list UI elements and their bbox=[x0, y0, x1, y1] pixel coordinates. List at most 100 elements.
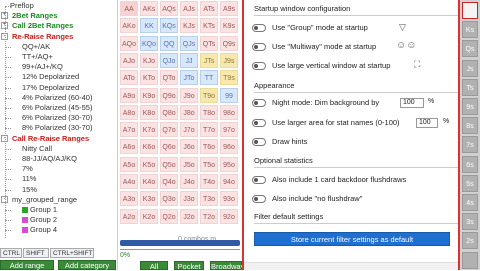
range-tree-item[interactable]: QQ+/AK bbox=[0, 42, 117, 52]
card-button[interactable]: Qs bbox=[462, 40, 478, 58]
hand-cell[interactable]: Q4o bbox=[160, 174, 178, 189]
no-flushdraw-toggle[interactable] bbox=[252, 195, 266, 203]
range-tree-item[interactable]: 11% bbox=[0, 174, 117, 184]
hand-cell[interactable]: KJs bbox=[180, 18, 198, 34]
hand-cell[interactable]: K8o bbox=[140, 104, 158, 120]
range-tree-item[interactable]: 6% Polarized (30-70) bbox=[0, 113, 117, 123]
select-all-button[interactable]: All bbox=[140, 261, 168, 271]
hand-cell[interactable]: ATo bbox=[120, 70, 138, 86]
hand-cell[interactable]: A9s bbox=[220, 1, 238, 16]
hand-cell[interactable]: K5o bbox=[140, 156, 158, 172]
hand-cell[interactable]: T9s bbox=[220, 70, 238, 86]
hand-cell[interactable]: J7o bbox=[180, 122, 198, 138]
hand-cell[interactable]: T3o bbox=[200, 191, 218, 207]
hand-cell[interactable]: T6o bbox=[200, 139, 218, 155]
range-tree-item[interactable]: Group 4 bbox=[0, 225, 117, 235]
hand-cell[interactable]: J8o bbox=[180, 104, 198, 120]
hand-cell[interactable]: J3o bbox=[180, 191, 198, 207]
hand-cell[interactable]: 99 bbox=[220, 87, 238, 103]
hand-cell[interactable]: K7o bbox=[140, 122, 158, 138]
hand-cell[interactable]: A5o bbox=[120, 156, 138, 172]
card-button[interactable]: 4s bbox=[462, 194, 478, 211]
hand-cell[interactable]: AKs bbox=[140, 1, 158, 16]
hand-cell[interactable]: AA bbox=[120, 1, 138, 16]
range-tree-item[interactable]: 7% bbox=[0, 164, 117, 174]
group-mode-toggle[interactable] bbox=[252, 24, 266, 32]
range-tree-item[interactable]: 99+/AJ+/KQ bbox=[0, 62, 117, 72]
range-tree-item[interactable]: 6% Polarized (45-55) bbox=[0, 103, 117, 113]
range-tree-item[interactable]: Nitty Call bbox=[0, 144, 117, 154]
select-broadway-button[interactable]: Broadway bbox=[210, 261, 244, 271]
draw-hints-toggle[interactable] bbox=[252, 138, 266, 146]
hand-cell[interactable]: K9o bbox=[140, 87, 158, 103]
hand-cell[interactable]: ATs bbox=[200, 1, 218, 16]
hand-cell[interactable]: J2o bbox=[180, 208, 198, 224]
hand-cell[interactable]: J9o bbox=[180, 87, 198, 103]
hand-cell[interactable]: QTs bbox=[200, 35, 218, 51]
hand-cell[interactable]: A3o bbox=[120, 191, 138, 207]
card-button[interactable] bbox=[462, 251, 478, 269]
hand-cell[interactable]: Q9s bbox=[220, 35, 238, 51]
hand-cell[interactable]: A6o bbox=[120, 139, 138, 155]
hand-cell[interactable]: 93o bbox=[220, 191, 238, 207]
hand-cell[interactable]: JTs bbox=[200, 52, 218, 68]
hand-cell[interactable]: A8o bbox=[120, 104, 138, 120]
range-tree-item[interactable]: +2Bet Ranges bbox=[0, 11, 117, 21]
hand-cell[interactable]: AJo bbox=[120, 52, 138, 68]
large-vertical-toggle[interactable] bbox=[252, 62, 266, 70]
hand-cell[interactable]: A2o bbox=[120, 208, 138, 224]
hand-cell[interactable]: 95o bbox=[220, 156, 238, 172]
backdoor-flush-toggle[interactable] bbox=[252, 176, 266, 184]
hand-cell[interactable]: A9o bbox=[120, 87, 138, 103]
add-category-button[interactable]: Add category bbox=[58, 260, 116, 270]
select-pocket-button[interactable]: Pocket bbox=[174, 261, 204, 271]
hand-cell[interactable]: J6o bbox=[180, 139, 198, 155]
hand-cell[interactable]: 98o bbox=[220, 104, 238, 120]
hand-cell[interactable]: KQo bbox=[140, 35, 158, 51]
larger-area-input[interactable]: 100 bbox=[416, 118, 438, 128]
hand-cell[interactable]: 96o bbox=[220, 139, 238, 155]
hand-cell[interactable]: K2o bbox=[140, 208, 158, 224]
hand-cell[interactable]: Q7o bbox=[160, 122, 178, 138]
add-range-button[interactable]: Add range bbox=[0, 260, 54, 270]
card-button[interactable]: 3s bbox=[462, 213, 478, 231]
range-tree-item[interactable]: + Call 2Bet Ranges bbox=[0, 21, 117, 31]
hand-cell[interactable]: J5o bbox=[180, 156, 198, 172]
hand-cell[interactable]: AJs bbox=[180, 1, 198, 16]
range-tree-item[interactable]: - my_grouped_range bbox=[0, 195, 117, 205]
card-button[interactable]: 7s bbox=[462, 136, 478, 154]
hand-cell[interactable]: A4o bbox=[120, 174, 138, 189]
hand-cell[interactable]: T2o bbox=[200, 208, 218, 224]
range-tree-item[interactable]: 88-JJ/AQ/AJ/KQ bbox=[0, 154, 117, 164]
hand-cell[interactable]: JTo bbox=[180, 70, 198, 86]
range-tree-item[interactable]: - Call Re-Raise Ranges bbox=[0, 134, 117, 144]
hand-cell[interactable]: KQs bbox=[160, 18, 178, 34]
hand-cell[interactable]: K6o bbox=[140, 139, 158, 155]
hand-cell[interactable]: T9o bbox=[200, 87, 218, 103]
range-tree-item[interactable]: 15% bbox=[0, 185, 117, 195]
card-button[interactable]: Ks bbox=[462, 21, 478, 39]
card-button[interactable]: 5s bbox=[462, 174, 478, 192]
hand-cell[interactable]: Q5o bbox=[160, 156, 178, 172]
card-button[interactable]: 6s bbox=[462, 155, 478, 173]
hand-cell[interactable]: Q6o bbox=[160, 139, 178, 155]
hand-cell[interactable]: TT bbox=[200, 70, 218, 86]
hand-cell[interactable]: Q3o bbox=[160, 191, 178, 207]
hand-cell[interactable]: T7o bbox=[200, 122, 218, 138]
card-button[interactable] bbox=[462, 2, 478, 19]
hand-cell[interactable]: KJo bbox=[140, 52, 158, 68]
larger-area-toggle[interactable] bbox=[252, 119, 266, 127]
hand-cell[interactable]: T4o bbox=[200, 174, 218, 189]
range-tree-item[interactable]: 17% Depolarized bbox=[0, 83, 117, 93]
hand-cell[interactable]: AQs bbox=[160, 1, 178, 16]
hand-cell[interactable]: K9s bbox=[220, 18, 238, 34]
hand-cell[interactable]: A7o bbox=[120, 122, 138, 138]
hand-cell[interactable]: Q2o bbox=[160, 208, 178, 224]
card-button[interactable]: Js bbox=[462, 59, 478, 77]
range-tree-item[interactable]: Preflop bbox=[0, 1, 117, 11]
hand-cell[interactable]: Q9o bbox=[160, 87, 178, 103]
multiway-mode-toggle[interactable] bbox=[252, 43, 266, 51]
hand-cell[interactable]: T8o bbox=[200, 104, 218, 120]
hand-cell[interactable]: J4o bbox=[180, 174, 198, 189]
range-tree-item[interactable]: Group 1 bbox=[0, 205, 117, 215]
